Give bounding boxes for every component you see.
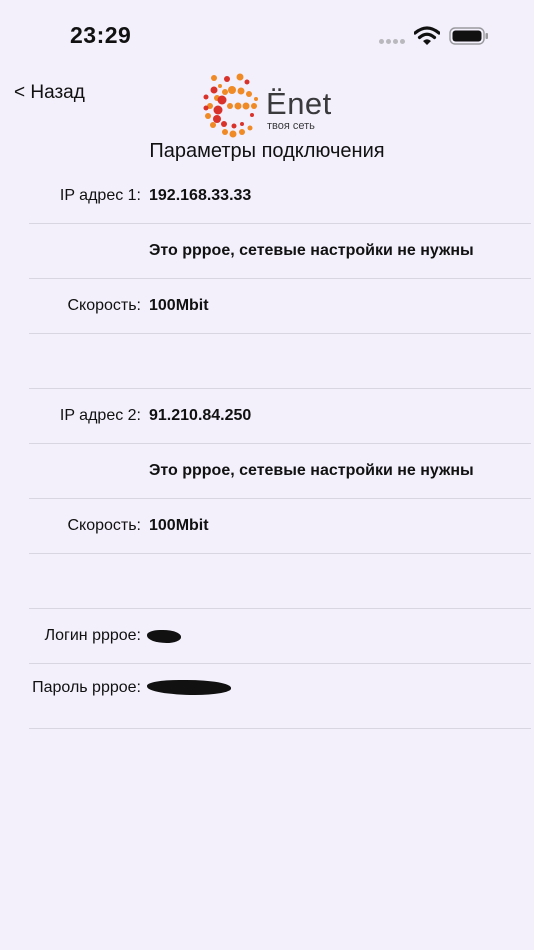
wifi-icon <box>414 26 440 45</box>
enet-logo: Ёnet твоя сеть <box>200 70 340 140</box>
pppoe-password-row: Пароль pppoe: <box>29 664 531 729</box>
battery-icon <box>449 27 488 45</box>
speed-1-value: 100Mbit <box>149 297 209 314</box>
ip-address-1-row: IP адрес 1: 192.168.33.33 <box>29 169 531 224</box>
back-button[interactable]: < Назад <box>14 82 85 104</box>
connection-1-note: Это pppoe, сетевые настройки не нужны <box>149 242 474 259</box>
signal-dots-icon <box>379 39 407 45</box>
pppoe-password-redacted-value <box>147 680 231 695</box>
ip-address-2-row: IP адрес 2: 91.210.84.250 <box>29 389 531 444</box>
pppoe-login-row: Логин pppoe: <box>29 609 531 664</box>
enet-logo-icon <box>203 73 258 138</box>
speed-2-value: 100Mbit <box>149 517 209 534</box>
connection-1-note-row: Это pppoe, сетевые настройки не нужны <box>29 224 531 279</box>
empty-row <box>29 334 531 389</box>
page-title: Параметры подключения <box>149 140 385 162</box>
ip-address-2-label: IP адрес 2: <box>59 407 141 424</box>
status-bar: 23:29 <box>0 0 534 70</box>
connection-parameters-list: IP адрес 1: 192.168.33.33 Это pppoe, сет… <box>29 169 531 729</box>
logo-tagline: твоя сеть <box>267 120 315 132</box>
speed-2-label: Скорость: <box>67 517 141 534</box>
speed-1-label: Скорость: <box>67 297 141 314</box>
ip-address-1-label: IP адрес 1: <box>59 187 141 204</box>
pppoe-password-label: Пароль pppoe: <box>32 679 141 696</box>
connection-2-note-row: Это pppoe, сетевые настройки не нужны <box>29 444 531 499</box>
pppoe-login-label: Логин pppoe: <box>44 627 141 644</box>
ip-address-1-value: 192.168.33.33 <box>149 187 252 204</box>
empty-row <box>29 554 531 609</box>
speed-2-row: Скорость: 100Mbit <box>29 499 531 554</box>
logo-name: Ёnet <box>266 86 332 121</box>
connection-2-note: Это pppoe, сетевые настройки не нужны <box>149 462 474 479</box>
ip-address-2-value: 91.210.84.250 <box>149 407 252 424</box>
pppoe-login-redacted-value <box>147 630 181 643</box>
status-time: 23:29 <box>70 22 132 48</box>
speed-1-row: Скорость: 100Mbit <box>29 279 531 334</box>
